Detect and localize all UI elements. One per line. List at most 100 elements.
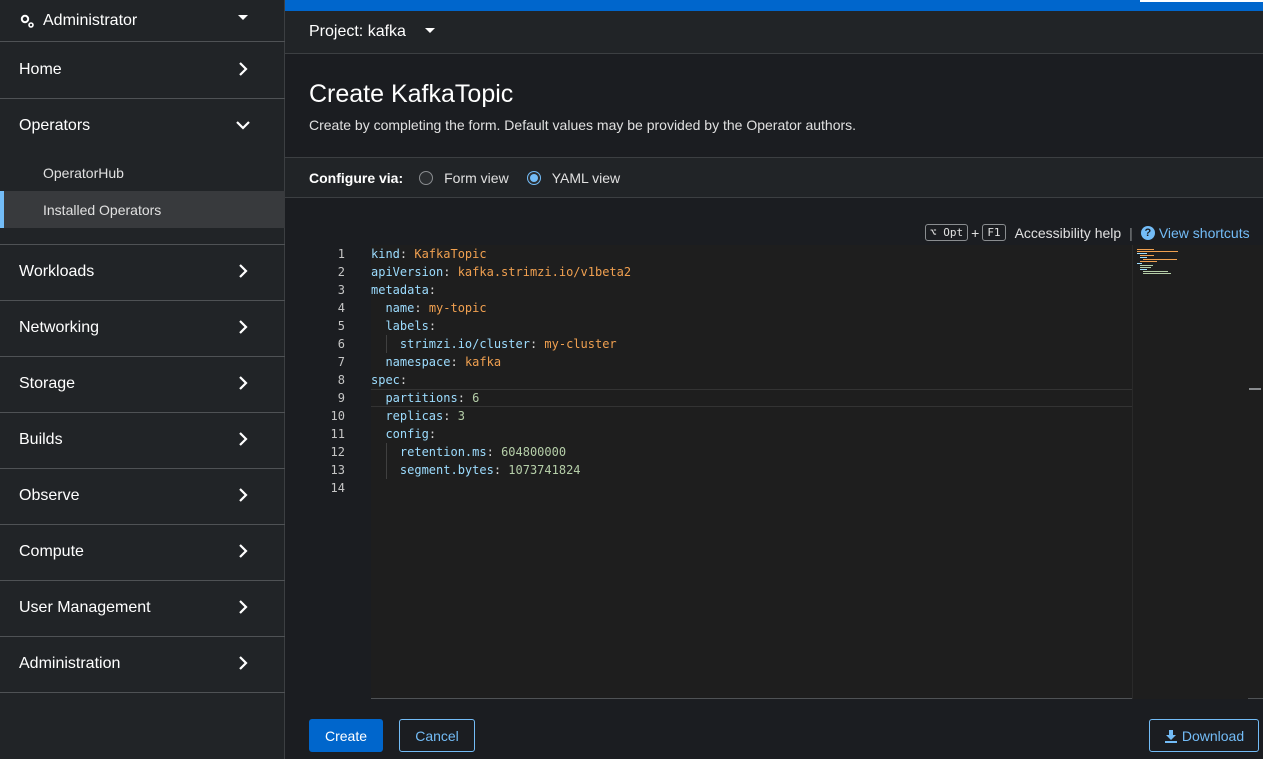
chevron-right-icon xyxy=(239,376,248,390)
top-banner-input[interactable] xyxy=(1140,0,1263,2)
nav-section-networking[interactable]: Networking xyxy=(0,300,285,357)
yaml-key: spec xyxy=(371,373,400,387)
main-content: Project: kafka Create KafkaTopic Create … xyxy=(285,0,1263,759)
yaml-key: apiVersion xyxy=(371,265,444,279)
kbd-opt: ⌥ Opt xyxy=(925,224,969,241)
form-view-radio[interactable] xyxy=(419,170,434,185)
code-line[interactable]: metadata: xyxy=(371,281,1132,299)
create-button[interactable]: Create xyxy=(309,719,383,752)
perspective-switcher[interactable]: Administrator xyxy=(0,0,285,42)
yaml-view-label[interactable]: YAML view xyxy=(552,170,620,186)
code-line[interactable] xyxy=(371,479,1132,497)
download-icon xyxy=(1164,729,1178,743)
line-number: 5 xyxy=(337,319,345,333)
project-label: Project: kafka xyxy=(309,23,406,40)
code-line[interactable]: name: my-topic xyxy=(371,299,1132,317)
code-line[interactable]: apiVersion: kafka.strimzi.io/v1beta2 xyxy=(371,263,1132,281)
code-area[interactable]: kind: KafkaTopic apiVersion: kafka.strimz… xyxy=(371,245,1132,699)
code-line[interactable]: kind: KafkaTopic xyxy=(371,245,1132,263)
yaml-key: labels xyxy=(385,319,429,333)
nav-section-home[interactable]: Home xyxy=(0,42,285,99)
line-number: 9 xyxy=(337,391,345,405)
yaml-editor[interactable]: 1 2 3 4 5 6 7 8 9 10 11 12 13 14 kind: KafkaTopic apiV… xyxy=(309,245,1263,699)
caret-down-icon xyxy=(237,10,249,28)
line-number: 11 xyxy=(330,427,345,441)
minimap-line xyxy=(1140,267,1151,268)
code-line[interactable]: labels: xyxy=(371,317,1132,335)
yaml-colon: : xyxy=(414,301,429,315)
nav-section-administration[interactable]: Administration xyxy=(0,636,285,693)
kbd-plus: + xyxy=(971,224,980,241)
yaml-key: strimzi.io/cluster xyxy=(399,337,530,351)
yaml-colon: : xyxy=(486,445,502,459)
yaml-value: 3 xyxy=(457,409,465,423)
nav-section-workloads[interactable]: Workloads xyxy=(0,244,285,301)
code-line[interactable]: partitions: 6 xyxy=(371,389,1132,407)
line-number: 8 xyxy=(337,373,345,387)
minimap-line xyxy=(1137,251,1178,252)
divider: | xyxy=(1129,224,1133,241)
project-selector[interactable]: Project: kafka xyxy=(285,11,1263,54)
cancel-button[interactable]: Cancel xyxy=(399,719,475,752)
yaml-colon: : xyxy=(443,265,458,279)
minimap-line xyxy=(1140,257,1148,258)
yaml-colon: : xyxy=(428,427,437,441)
minimap-line xyxy=(1137,253,1147,254)
chevron-right-icon xyxy=(239,264,248,278)
page-description: Create by completing the form. Default v… xyxy=(309,117,857,133)
code-line[interactable]: replicas: 3 xyxy=(371,407,1132,425)
yaml-key: replicas xyxy=(385,409,444,423)
minimap-line xyxy=(1140,265,1154,266)
chevron-right-icon xyxy=(239,62,248,76)
sidebar: Administrator Home Operators OperatorHub… xyxy=(0,0,285,759)
line-number: 6 xyxy=(337,337,345,351)
yaml-colon: : xyxy=(443,409,458,423)
nav-section-builds[interactable]: Builds xyxy=(0,412,285,469)
minimap-line xyxy=(1143,259,1177,260)
yaml-key: name xyxy=(385,301,415,315)
yaml-view-radio[interactable] xyxy=(526,170,541,185)
code-line[interactable]: strimzi.io/cluster: my-cluster xyxy=(371,335,1132,353)
yaml-colon: : xyxy=(529,337,545,351)
nav-label: Operators xyxy=(19,117,91,134)
code-line[interactable]: retention.ms: 604800000 xyxy=(371,443,1132,461)
code-line[interactable]: config: xyxy=(371,425,1132,443)
yaml-value: my-topic xyxy=(428,301,487,315)
nav-label: Home xyxy=(19,61,62,78)
code-line[interactable]: namespace: kafka xyxy=(371,353,1132,371)
view-shortcuts-link[interactable]: ? View shortcuts xyxy=(1140,225,1250,241)
editor-minimap[interactable] xyxy=(1132,245,1248,699)
nav-section-operators[interactable]: Operators OperatorHub Installed Operator… xyxy=(0,98,285,245)
gear-icon xyxy=(19,13,35,29)
configure-via-label: Configure via: xyxy=(309,169,404,186)
yaml-key: namespace xyxy=(385,355,451,369)
form-view-label[interactable]: Form view xyxy=(444,170,509,186)
nav-section-user-management[interactable]: User Management xyxy=(0,580,285,637)
indent-guide xyxy=(386,461,388,479)
chevron-down-icon xyxy=(236,121,250,130)
top-banner xyxy=(285,0,1263,11)
chevron-right-icon xyxy=(239,600,248,614)
kbd-f1: F1 xyxy=(982,224,1006,241)
chevron-right-icon xyxy=(239,320,248,334)
indent-guide xyxy=(386,443,388,461)
page-title: Create KafkaTopic xyxy=(309,80,514,108)
page-header: Create KafkaTopic Create by completing t… xyxy=(285,54,1263,158)
scrollbar-marker[interactable] xyxy=(1249,388,1261,390)
yaml-key: partitions xyxy=(385,391,458,405)
question-circle-icon: ? xyxy=(1140,225,1155,240)
download-label: Download xyxy=(1181,727,1245,744)
nav-section-observe[interactable]: Observe xyxy=(0,468,285,525)
yaml-key: kind xyxy=(371,247,400,261)
minimap-line xyxy=(1140,269,1148,270)
download-button[interactable]: Download xyxy=(1149,719,1259,752)
code-line[interactable]: spec: xyxy=(371,371,1132,389)
sidebar-item-installed-operators[interactable]: Installed Operators xyxy=(0,191,285,228)
yaml-colon: : xyxy=(399,247,415,261)
nav-section-compute[interactable]: Compute xyxy=(0,524,285,581)
yaml-colon: : xyxy=(493,463,509,477)
sidebar-item-operatorhub[interactable]: OperatorHub xyxy=(0,154,285,191)
nav-section-storage[interactable]: Storage xyxy=(0,356,285,413)
minimap-line xyxy=(1143,271,1169,272)
code-line[interactable]: segment.bytes: 1073741824 xyxy=(371,461,1132,479)
